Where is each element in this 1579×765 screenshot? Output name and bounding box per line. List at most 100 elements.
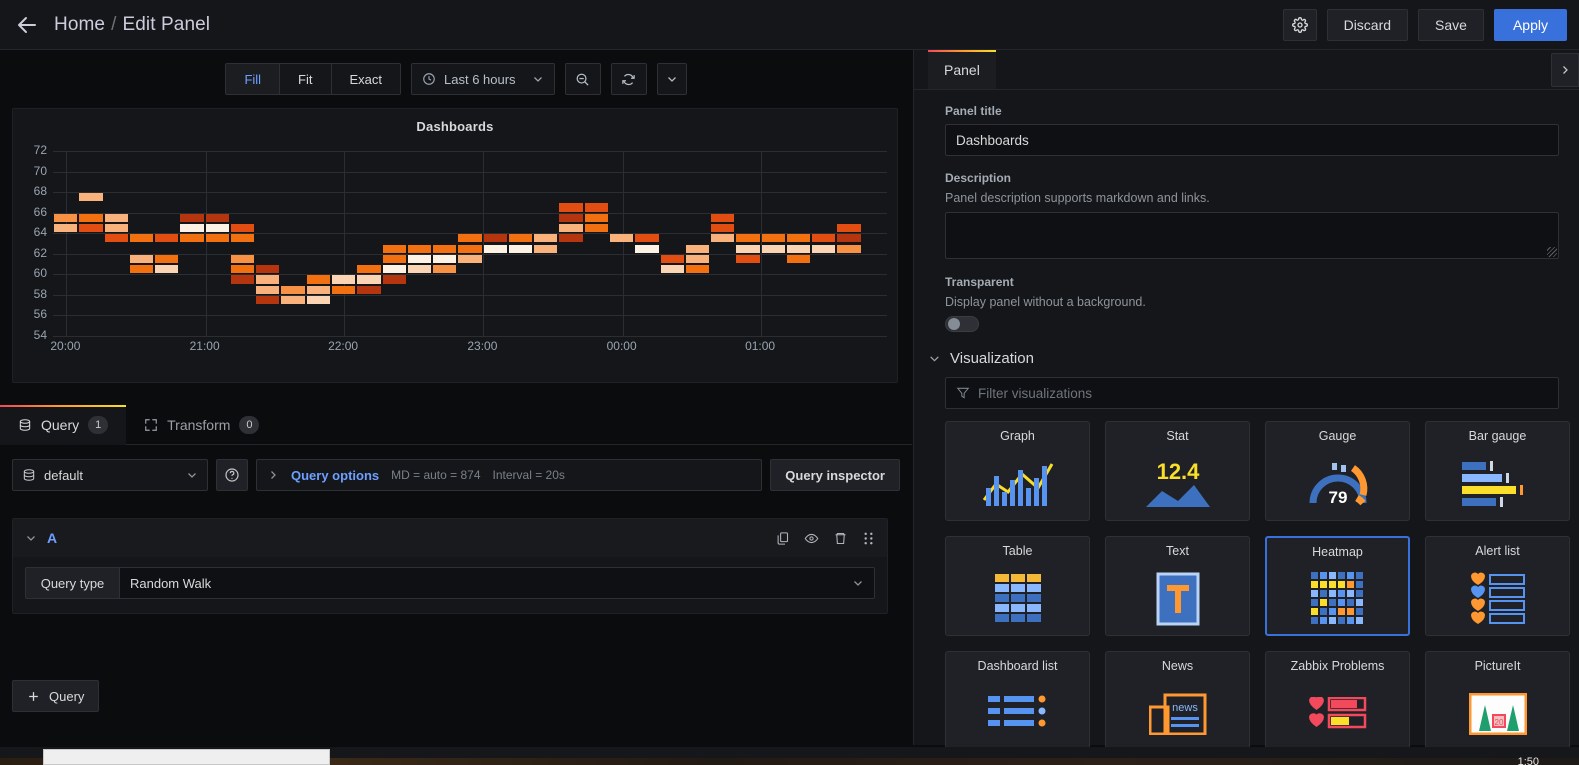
heatmap-cell[interactable]: [685, 244, 710, 253]
heatmap-cell[interactable]: [635, 244, 659, 253]
heatmap-cell[interactable]: [104, 213, 128, 222]
viz-type-stat[interactable]: Stat 12.4: [1105, 421, 1250, 521]
heatmap-cell[interactable]: [256, 275, 280, 284]
apply-button[interactable]: Apply: [1493, 8, 1567, 41]
heatmap-cell[interactable]: [129, 234, 154, 243]
heatmap-cell[interactable]: [104, 234, 128, 243]
heatmap-cell[interactable]: [205, 213, 229, 222]
viz-type-bargauge[interactable]: Bar gauge: [1425, 421, 1570, 521]
viz-type-heatmap[interactable]: Heatmap: [1265, 536, 1410, 636]
heatmap-cell[interactable]: [357, 265, 381, 274]
heatmap-cell[interactable]: [230, 265, 255, 274]
heatmap-cell[interactable]: [79, 213, 103, 222]
resize-grip-icon[interactable]: [1547, 247, 1557, 257]
viz-type-gauge[interactable]: Gauge 79: [1265, 421, 1410, 521]
viz-type-zabbix[interactable]: Zabbix Problems: [1265, 651, 1410, 751]
refresh-interval-dropdown[interactable]: [656, 63, 687, 95]
copy-icon[interactable]: [775, 531, 790, 546]
heatmap-cell[interactable]: [382, 265, 406, 274]
query-type-select[interactable]: Random Walk: [119, 567, 875, 599]
eye-icon[interactable]: [804, 531, 819, 546]
heatmap-cell[interactable]: [660, 254, 684, 264]
query-inspector-button[interactable]: Query inspector: [770, 459, 900, 491]
heatmap-cell[interactable]: [129, 265, 154, 274]
heatmap-cell[interactable]: [407, 244, 432, 253]
drag-handle-icon[interactable]: [862, 531, 875, 546]
heatmap-cell[interactable]: [736, 254, 760, 264]
description-textarea[interactable]: [945, 212, 1559, 259]
viz-type-pictureit[interactable]: PictureIt 20: [1425, 651, 1570, 751]
datasource-help-button[interactable]: [216, 459, 248, 491]
refresh-button[interactable]: [610, 63, 647, 95]
heatmap-cell[interactable]: [382, 275, 406, 284]
heatmap-cell[interactable]: [407, 254, 432, 264]
heatmap-cell[interactable]: [256, 265, 280, 274]
heatmap-cell[interactable]: [761, 244, 785, 253]
heatmap-cell[interactable]: [837, 223, 861, 233]
query-ref-id[interactable]: A: [47, 530, 57, 546]
taskbar-active-window[interactable]: [43, 749, 330, 765]
heatmap-cell[interactable]: [129, 254, 154, 264]
heatmap-cell[interactable]: [837, 244, 861, 253]
heatmap-cell[interactable]: [508, 244, 533, 253]
heatmap-cell[interactable]: [79, 223, 103, 233]
discard-button[interactable]: Discard: [1326, 8, 1409, 41]
heatmap-cell[interactable]: [382, 254, 406, 264]
add-query-button[interactable]: Query: [12, 680, 100, 712]
heatmap-cell[interactable]: [559, 223, 583, 233]
heatmap-cell[interactable]: [786, 234, 811, 243]
fit-mode-fit[interactable]: Fit: [280, 64, 332, 94]
heatmap-cell[interactable]: [357, 275, 381, 284]
heatmap-cell[interactable]: [433, 254, 457, 264]
heatmap-cell[interactable]: [660, 265, 684, 274]
viz-type-graph[interactable]: Graph: [945, 421, 1090, 521]
breadcrumb-home[interactable]: Home: [54, 14, 105, 36]
heatmap-cell[interactable]: [281, 295, 305, 305]
heatmap-cell[interactable]: [180, 234, 204, 243]
heatmap-cell[interactable]: [584, 223, 608, 233]
heatmap-cell[interactable]: [433, 265, 457, 274]
query-options-label[interactable]: Query options: [291, 468, 379, 483]
fit-mode-fill[interactable]: Fill: [226, 64, 281, 94]
heatmap-cell[interactable]: [458, 254, 482, 264]
heatmap-cell[interactable]: [736, 244, 760, 253]
chevron-right-icon[interactable]: [267, 469, 279, 481]
tab-query[interactable]: Query 1: [0, 405, 127, 445]
heatmap-cell[interactable]: [584, 203, 608, 212]
heatmap-cell[interactable]: [761, 234, 785, 243]
heatmap-cell[interactable]: [256, 285, 280, 294]
heatmap-cell[interactable]: [711, 234, 735, 243]
visualization-filter-input[interactable]: Filter visualizations: [945, 377, 1559, 409]
zoom-out-button[interactable]: [564, 63, 601, 95]
viz-type-text[interactable]: Text: [1105, 536, 1250, 636]
heatmap-cell[interactable]: [685, 254, 710, 264]
chevron-down-icon[interactable]: [25, 532, 37, 544]
heatmap-cell[interactable]: [230, 275, 255, 284]
heatmap-cell[interactable]: [382, 244, 406, 253]
heatmap-cell[interactable]: [433, 244, 457, 253]
heatmap-cell[interactable]: [155, 265, 179, 274]
heatmap-cell[interactable]: [685, 265, 710, 274]
heatmap-cell[interactable]: [711, 213, 735, 222]
viz-type-table[interactable]: Table: [945, 536, 1090, 636]
heatmap-cell[interactable]: [534, 234, 558, 243]
heatmap-cell[interactable]: [230, 234, 255, 243]
heatmap-cell[interactable]: [104, 223, 128, 233]
heatmap-cell[interactable]: [559, 234, 583, 243]
heatmap-cell[interactable]: [306, 295, 330, 305]
heatmap-cell[interactable]: [610, 234, 634, 243]
heatmap-cell[interactable]: [155, 254, 179, 264]
heatmap-chart[interactable]: 72 70 68 66 64 62 60 58 56 54 20:00 21:00 22:00 23:0…: [13, 143, 899, 384]
heatmap-cell[interactable]: [54, 223, 78, 233]
heatmap-cell[interactable]: [786, 244, 811, 253]
heatmap-cell[interactable]: [458, 234, 482, 243]
transparent-toggle[interactable]: [945, 316, 979, 332]
heatmap-cell[interactable]: [155, 234, 179, 243]
heatmap-cell[interactable]: [306, 275, 330, 284]
heatmap-cell[interactable]: [79, 193, 103, 202]
save-button[interactable]: Save: [1418, 8, 1484, 41]
heatmap-cell[interactable]: [711, 223, 735, 233]
heatmap-cell[interactable]: [508, 234, 533, 243]
heatmap-cell[interactable]: [786, 254, 811, 264]
viz-type-alertlist[interactable]: Alert list: [1425, 536, 1570, 636]
